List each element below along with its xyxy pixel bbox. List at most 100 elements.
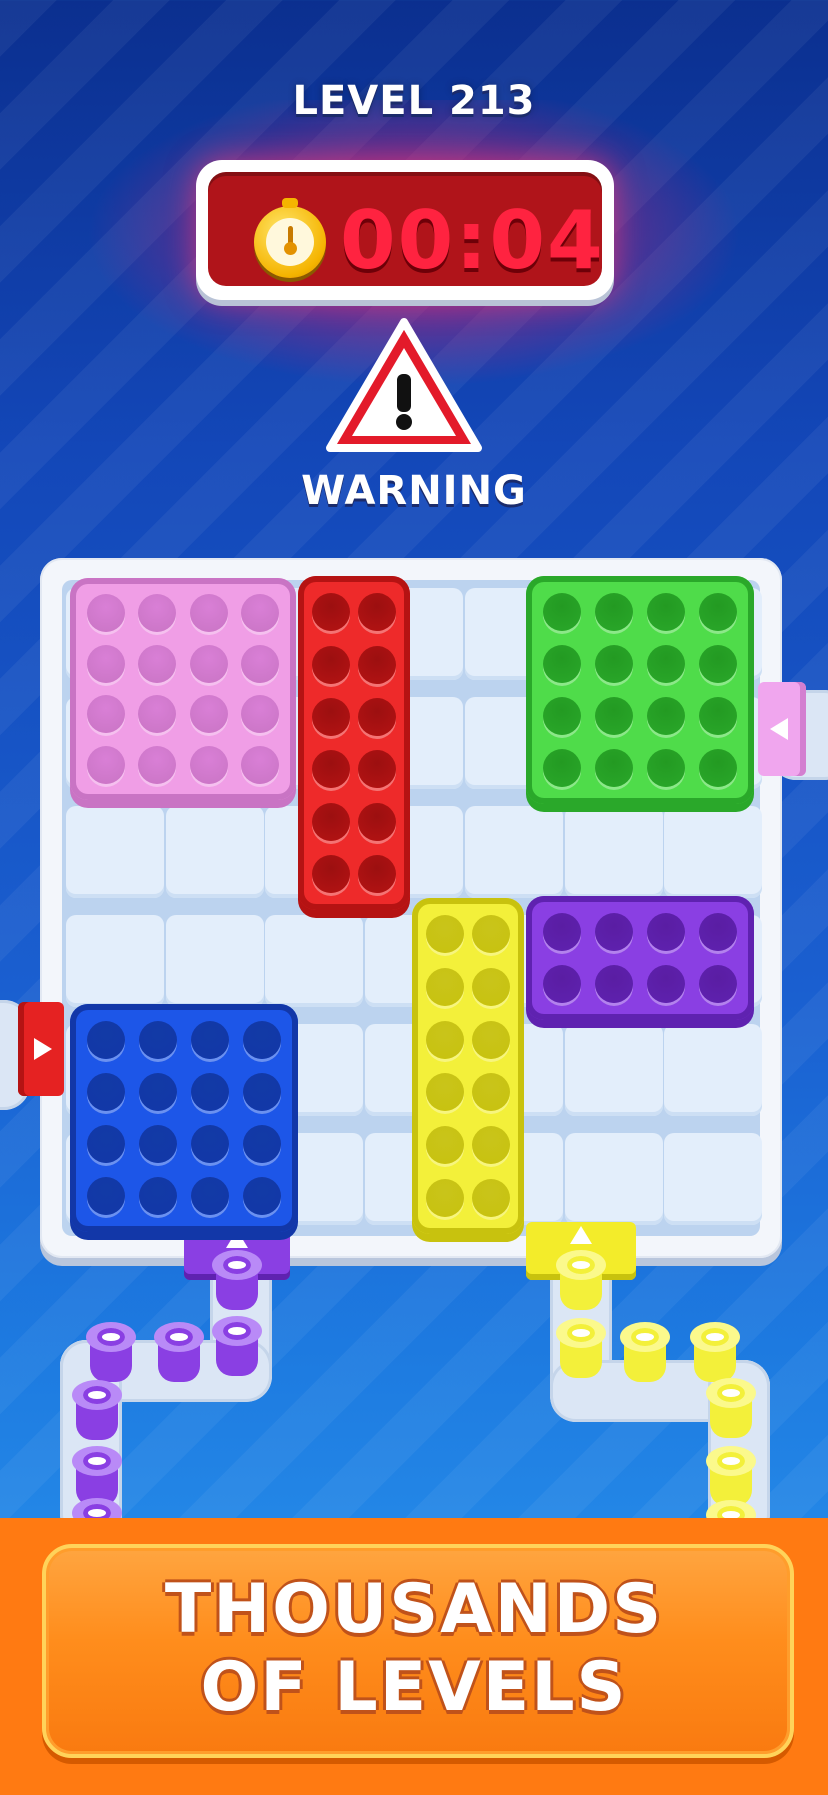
drop-icon	[717, 1452, 745, 1470]
heart-icon	[223, 1322, 251, 1340]
peg-hole	[358, 593, 396, 632]
grid-cell	[664, 1133, 763, 1225]
pink-block[interactable]	[70, 578, 296, 800]
green-block[interactable]	[526, 576, 754, 804]
heart-icon	[83, 1452, 111, 1470]
yellow-cup	[556, 1250, 606, 1312]
peg-hole	[139, 1177, 177, 1215]
peg-hole	[241, 745, 280, 784]
peg-hole	[86, 644, 125, 683]
heart-icon	[223, 1256, 251, 1274]
peg-hole	[543, 697, 581, 735]
grid-cell	[664, 806, 763, 898]
peg-hole	[191, 1177, 229, 1215]
timer-panel: 00:04	[196, 160, 614, 300]
peg-hole	[358, 802, 396, 841]
peg-hole	[189, 594, 228, 633]
grid-cell	[564, 1024, 663, 1116]
blue-block[interactable]	[70, 1004, 298, 1232]
grid-cell	[564, 1133, 663, 1225]
peg-hole	[189, 644, 228, 683]
peg-hole	[647, 913, 685, 951]
peg-hole	[647, 593, 685, 631]
yellow-cup	[706, 1446, 756, 1508]
peg-hole	[543, 749, 581, 787]
pink-gate	[758, 682, 806, 776]
peg-hole	[86, 695, 125, 734]
yellow-cup	[620, 1322, 670, 1384]
peg-hole	[87, 1177, 125, 1215]
peg-hole	[138, 644, 177, 683]
grid-cell	[564, 806, 663, 898]
red-block[interactable]	[298, 576, 410, 910]
peg-hole	[241, 644, 280, 683]
heart-icon	[83, 1386, 111, 1404]
peg-hole	[358, 645, 396, 684]
peg-hole	[595, 749, 633, 787]
peg-hole	[426, 1126, 464, 1164]
drop-icon	[701, 1328, 729, 1346]
grid-cell	[165, 806, 264, 898]
grid-cell	[664, 1024, 763, 1116]
yellow-cup	[690, 1322, 740, 1384]
peg-hole	[191, 1021, 229, 1059]
peg-hole	[472, 915, 510, 954]
peg-hole	[647, 965, 685, 1003]
peg-hole	[426, 968, 464, 1006]
peg-hole	[139, 1073, 177, 1111]
peg-hole	[358, 854, 396, 893]
peg-hole	[243, 1177, 281, 1215]
peg-hole	[647, 645, 685, 683]
peg-hole	[138, 745, 177, 784]
peg-hole	[139, 1125, 177, 1163]
purple-cup	[154, 1322, 204, 1384]
warning-label: WARNING	[301, 468, 527, 514]
purple-cup	[86, 1322, 136, 1384]
peg-hole	[595, 913, 633, 951]
purple-cup	[212, 1316, 262, 1378]
drop-icon	[631, 1328, 659, 1346]
peg-hole	[595, 593, 633, 631]
peg-hole	[472, 1178, 510, 1217]
peg-hole	[138, 695, 177, 734]
grid-cell	[66, 806, 164, 898]
peg-hole	[647, 697, 685, 735]
purple-cup	[212, 1250, 262, 1312]
grid-cell	[66, 915, 164, 1007]
grid-cell	[265, 915, 364, 1007]
peg-hole	[472, 1073, 510, 1112]
drop-icon	[567, 1324, 595, 1342]
yellow-cup	[706, 1378, 756, 1440]
peg-hole	[312, 593, 350, 632]
peg-hole	[86, 745, 125, 784]
peg-hole	[543, 913, 581, 951]
peg-hole	[699, 593, 737, 631]
purple-block[interactable]	[526, 896, 754, 1020]
yellow-block[interactable]	[412, 898, 524, 1234]
peg-hole	[426, 1073, 464, 1112]
peg-hole	[699, 965, 737, 1003]
peg-hole	[543, 965, 581, 1003]
peg-hole	[191, 1073, 229, 1111]
level-title: LEVEL 213	[292, 78, 536, 124]
peg-hole	[191, 1125, 229, 1163]
peg-hole	[189, 695, 228, 734]
peg-hole	[699, 913, 737, 951]
heart-icon	[97, 1328, 125, 1346]
peg-hole	[86, 594, 125, 633]
peg-hole	[189, 745, 228, 784]
warning-triangle-icon	[326, 318, 482, 452]
yellow-cup	[556, 1318, 606, 1380]
peg-hole	[426, 1178, 464, 1217]
peg-hole	[595, 697, 633, 735]
timer-display: 00:04	[208, 172, 603, 286]
peg-hole	[595, 965, 633, 1003]
peg-hole	[243, 1021, 281, 1059]
peg-hole	[312, 854, 350, 893]
purple-cup	[72, 1380, 122, 1442]
peg-hole	[543, 593, 581, 631]
peg-hole	[358, 750, 396, 789]
banner-line-1: THOUSANDS	[164, 1570, 664, 1649]
peg-hole	[426, 1020, 464, 1059]
peg-hole	[243, 1125, 281, 1163]
